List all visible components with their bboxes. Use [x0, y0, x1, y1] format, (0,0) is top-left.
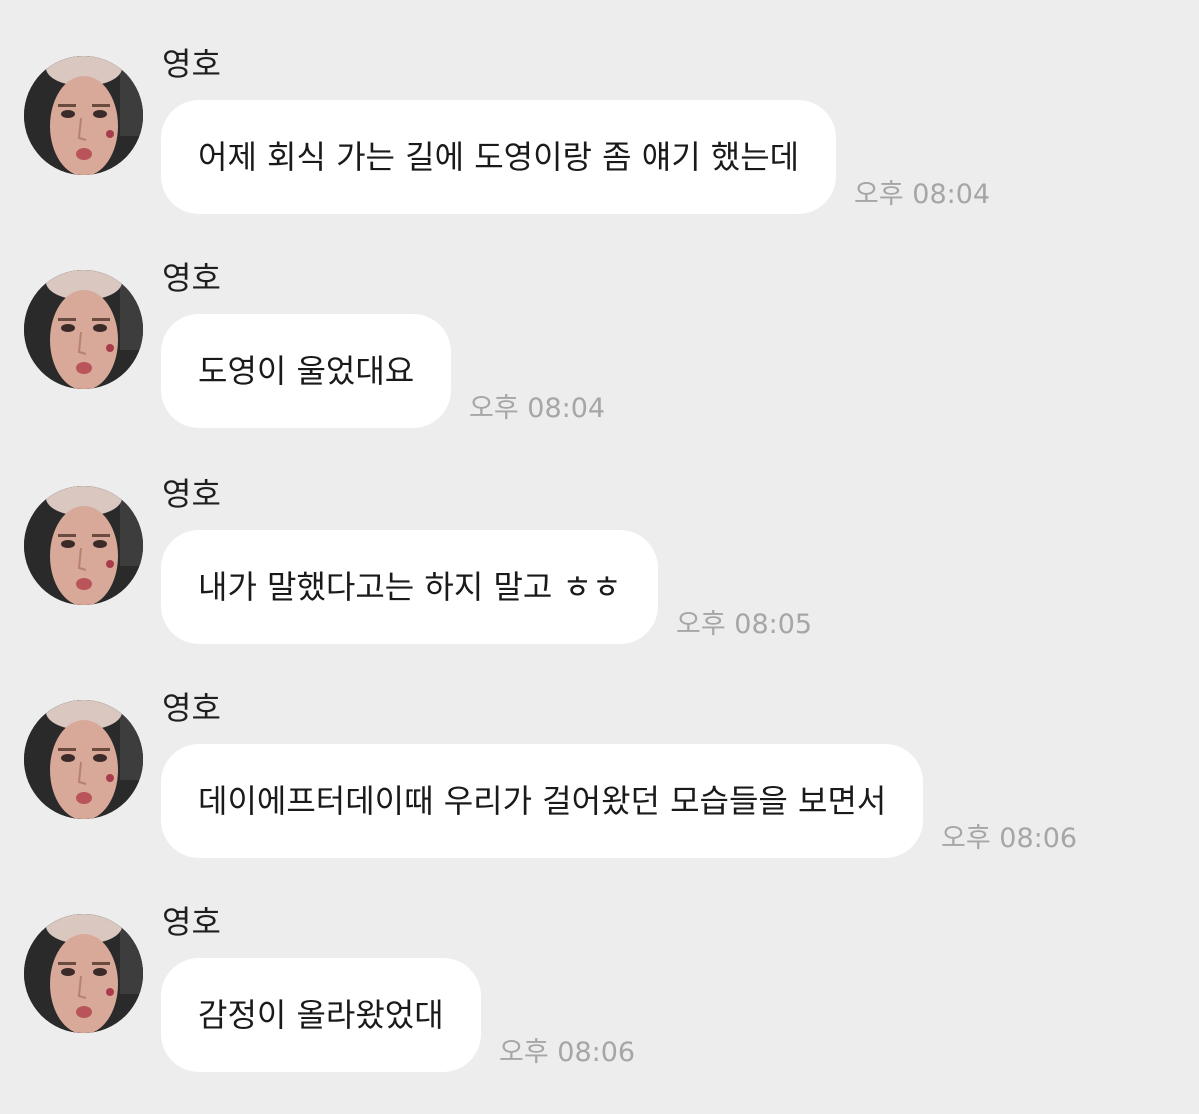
sender-name: 영호 — [162, 689, 221, 727]
chat-message: 영호 데이에프터데이때 우리가 걸어왔던 모습들을 보면서 오후 08:06 — [0, 689, 1199, 900]
sender-avatar[interactable] — [24, 914, 143, 1033]
sender-name: 영호 — [162, 475, 221, 513]
chat-message: 영호 감정이 올라왔었대 오후 08:06 — [0, 903, 1199, 1114]
sender-name: 영호 — [162, 45, 221, 83]
chat-message: 영호 내가 말했다고는 하지 말고 ㅎㅎ 오후 08:05 — [0, 475, 1199, 686]
avatar-image — [24, 486, 143, 605]
message-timestamp: 오후 08:04 — [854, 179, 991, 210]
message-bubble[interactable]: 내가 말했다고는 하지 말고 ㅎㅎ — [161, 530, 659, 644]
avatar-image — [24, 914, 143, 1033]
message-timestamp: 오후 08:06 — [499, 1037, 636, 1068]
avatar-image — [24, 56, 143, 175]
sender-avatar[interactable] — [24, 486, 143, 605]
sender-avatar[interactable] — [24, 56, 143, 175]
chat-message: 영호 도영이 울었대요 오후 08:04 — [0, 259, 1199, 470]
message-bubble[interactable]: 감정이 올라왔었대 — [161, 958, 481, 1072]
avatar-image — [24, 270, 143, 389]
message-timestamp: 오후 08:06 — [941, 823, 1078, 854]
avatar-image — [24, 700, 143, 819]
sender-avatar[interactable] — [24, 270, 143, 389]
message-bubble[interactable]: 어제 회식 가는 길에 도영이랑 좀 얘기 했는데 — [161, 100, 837, 214]
message-bubble[interactable]: 도영이 울었대요 — [161, 314, 452, 428]
chat-message: 영호 어제 회식 가는 길에 도영이랑 좀 얘기 했는데 오후 08:04 — [0, 45, 1199, 256]
sender-avatar[interactable] — [24, 700, 143, 819]
sender-name: 영호 — [162, 259, 221, 297]
sender-name: 영호 — [162, 903, 221, 941]
message-timestamp: 오후 08:04 — [469, 393, 606, 424]
message-bubble[interactable]: 데이에프터데이때 우리가 걸어왔던 모습들을 보면서 — [161, 744, 924, 858]
message-timestamp: 오후 08:05 — [676, 609, 813, 640]
